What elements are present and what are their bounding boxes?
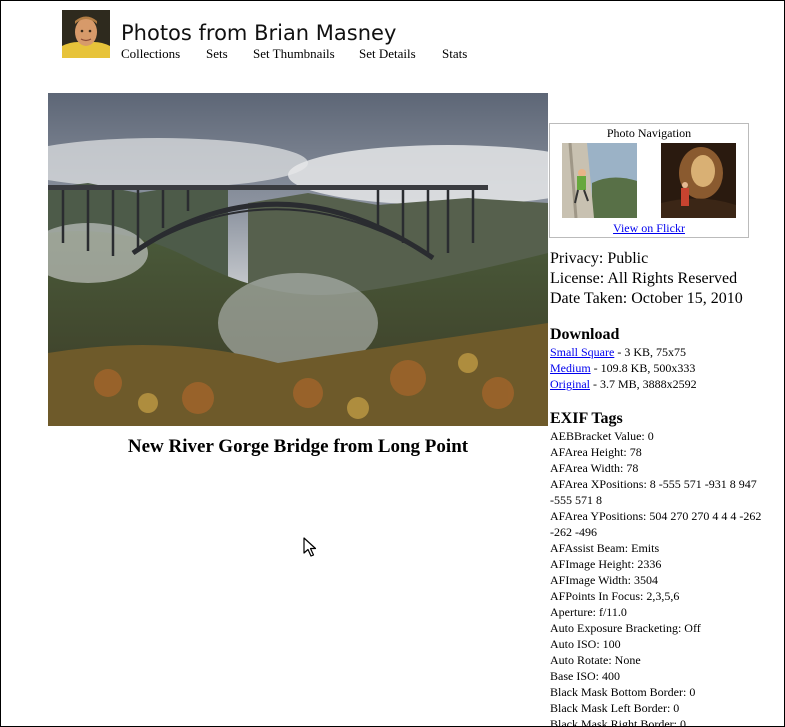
nav-set-details-link[interactable]: Set Details xyxy=(359,46,416,62)
privacy-text: Privacy: Public xyxy=(550,250,649,267)
download-item-detail: - 3 KB, 75x75 xyxy=(614,345,686,359)
download-original-link[interactable]: Original xyxy=(550,377,590,391)
exif-tag: AFArea XPositions: 8 -555 571 -931 8 947… xyxy=(550,477,757,507)
license-text: License: All Rights Reserved xyxy=(550,270,738,287)
exif-tag: AFImage Height: 2336 xyxy=(550,557,662,571)
exif-tag: Black Mask Bottom Border: 0 xyxy=(550,685,696,699)
exif-tag: AFArea Width: 78 xyxy=(550,461,639,475)
exif-tag: Auto ISO: 100 xyxy=(550,637,621,651)
exif-tag: Base ISO: 400 xyxy=(550,669,620,683)
exif-list: AEBBracket Value: 0 AFArea Height: 78 AF… xyxy=(550,428,775,727)
download-list: Small Square - 3 KB, 75x75 Medium - 109.… xyxy=(550,344,697,392)
nav-collections-link[interactable]: Collections xyxy=(121,46,180,62)
exif-tag: Black Mask Left Border: 0 xyxy=(550,701,680,715)
download-item: Original - 3.7 MB, 3888x2592 xyxy=(550,376,697,392)
exif-tag: AFAssist Beam: Emits xyxy=(550,541,660,555)
previous-photo-thumbnail[interactable] xyxy=(562,143,637,218)
mouse-pointer-icon xyxy=(303,537,317,562)
page: Photos from Brian Masney Collections Set… xyxy=(0,0,785,727)
photo-navigation-title: Photo Navigation xyxy=(606,126,692,140)
nav-set-thumbnails-link[interactable]: Set Thumbnails xyxy=(253,46,335,62)
exif-tag: AFArea YPositions: 504 270 270 4 4 4 -26… xyxy=(550,509,762,539)
photo-metadata: Privacy: Public License: All Rights Rese… xyxy=(550,249,743,309)
view-on-flickr-link[interactable]: View on Flickr xyxy=(550,221,748,235)
next-photo-thumbnail[interactable] xyxy=(661,143,736,218)
download-medium-link[interactable]: Medium xyxy=(550,361,591,375)
download-item-detail: - 3.7 MB, 3888x2592 xyxy=(590,377,697,391)
exif-tag: AFImage Width: 3504 xyxy=(550,573,658,587)
download-item-detail: - 109.8 KB, 500x333 xyxy=(590,361,696,375)
exif-tag: AFArea Height: 78 xyxy=(550,445,642,459)
download-heading: Download xyxy=(550,326,620,343)
exif-tag: Auto Rotate: None xyxy=(550,653,641,667)
download-item: Medium - 109.8 KB, 500x333 xyxy=(550,360,697,376)
exif-tag: Auto Exposure Bracketing: Off xyxy=(550,621,701,635)
exif-tag: Aperture: f/11.0 xyxy=(550,605,627,619)
avatar[interactable] xyxy=(62,10,110,58)
exif-heading: EXIF Tags xyxy=(550,410,623,427)
main-photo[interactable] xyxy=(48,93,548,426)
exif-tag: AFPoints In Focus: 2,3,5,6 xyxy=(550,589,680,603)
exif-tag: Black Mask Right Border: 0 xyxy=(550,717,686,727)
site-title: Photos from Brian Masney xyxy=(121,21,397,45)
date-taken-text: Date Taken: October 15, 2010 xyxy=(550,290,743,307)
nav-stats-link[interactable]: Stats xyxy=(442,46,467,62)
photo-caption: New River Gorge Bridge from Long Point xyxy=(127,436,469,457)
exif-tag: AEBBracket Value: 0 xyxy=(550,429,654,443)
download-item: Small Square - 3 KB, 75x75 xyxy=(550,344,697,360)
download-small-square-link[interactable]: Small Square xyxy=(550,345,614,359)
photo-navigation: Photo Navigation View on Flickr xyxy=(549,123,749,238)
nav-sets-link[interactable]: Sets xyxy=(206,46,228,62)
